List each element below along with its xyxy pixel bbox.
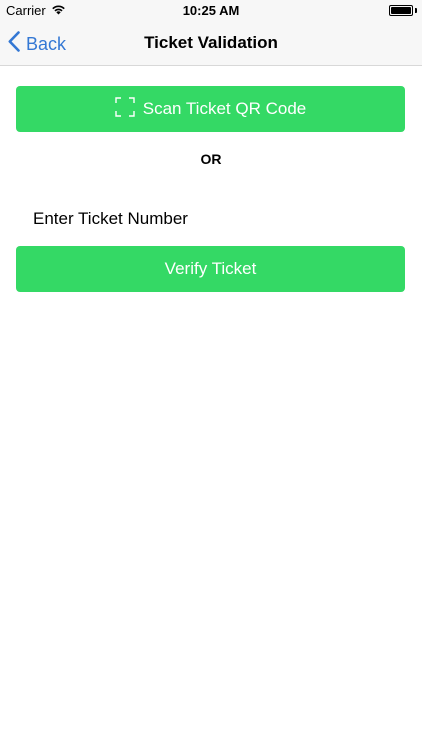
scan-ticket-qr-button[interactable]: Scan Ticket QR Code [16,86,405,132]
status-bar: Carrier 10:25 AM [0,0,422,22]
navigation-bar: Back Ticket Validation [0,22,422,66]
battery-tip [415,8,417,13]
page-title: Ticket Validation [144,33,278,52]
ticket-number-input[interactable] [16,200,405,238]
or-divider-label: OR [200,151,222,167]
verify-button-label: Verify Ticket [164,259,257,278]
qr-scan-frame-icon [115,96,135,122]
battery-level [391,7,411,14]
verify-ticket-button[interactable]: Verify Ticket [16,246,405,292]
scan-button-label: Scan Ticket QR Code [142,99,307,118]
battery-icon [389,5,413,16]
status-time: 10:25 AM [182,3,240,18]
